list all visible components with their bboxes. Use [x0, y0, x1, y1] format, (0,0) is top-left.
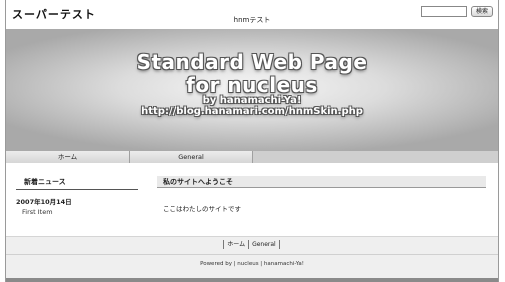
- banner-title-line-1: Standard Web Page: [136, 50, 368, 74]
- banner-title-line-2: for nucleus: [186, 73, 318, 97]
- header-banner: Standard Web Page for nucleus by hanamac…: [6, 29, 498, 151]
- bottom-border: [6, 278, 498, 282]
- sidebar-news-item[interactable]: First Item: [22, 208, 53, 216]
- footer-link-general[interactable]: General: [248, 240, 280, 249]
- main-heading: 私のサイトへようこそ: [157, 176, 486, 188]
- sidebar-news-date: 2007年10月14日: [16, 198, 72, 206]
- footer: ホーム General Powered by | nucleus | hanama…: [6, 236, 498, 278]
- banner-author: by hanamachi-Ya!: [202, 95, 302, 106]
- footer-credit: Powered by | nucleus | hanamachi-Ya!: [200, 261, 304, 267]
- sidebar-news-heading: 新着ニュース: [16, 177, 138, 190]
- top-bar: スーパーテスト hnmテスト 検索: [6, 0, 498, 29]
- nav-item-general[interactable]: General: [130, 151, 253, 163]
- footer-link-home[interactable]: ホーム: [223, 240, 250, 249]
- banner-url: http://blog.hanamari.com/hnmSkin.php: [141, 106, 363, 117]
- search-button[interactable]: 検索: [471, 6, 493, 17]
- nav-item-home[interactable]: ホーム: [6, 151, 130, 163]
- search-input[interactable]: [421, 6, 467, 17]
- page-container: スーパーテスト hnmテスト 検索 Standard Web Page for …: [5, 0, 499, 282]
- footer-nav: ホーム General: [6, 240, 498, 249]
- main-nav: ホーム General: [6, 151, 498, 163]
- main-body-text: ここはわたしのサイトです: [163, 205, 241, 213]
- footer-divider: [6, 254, 498, 255]
